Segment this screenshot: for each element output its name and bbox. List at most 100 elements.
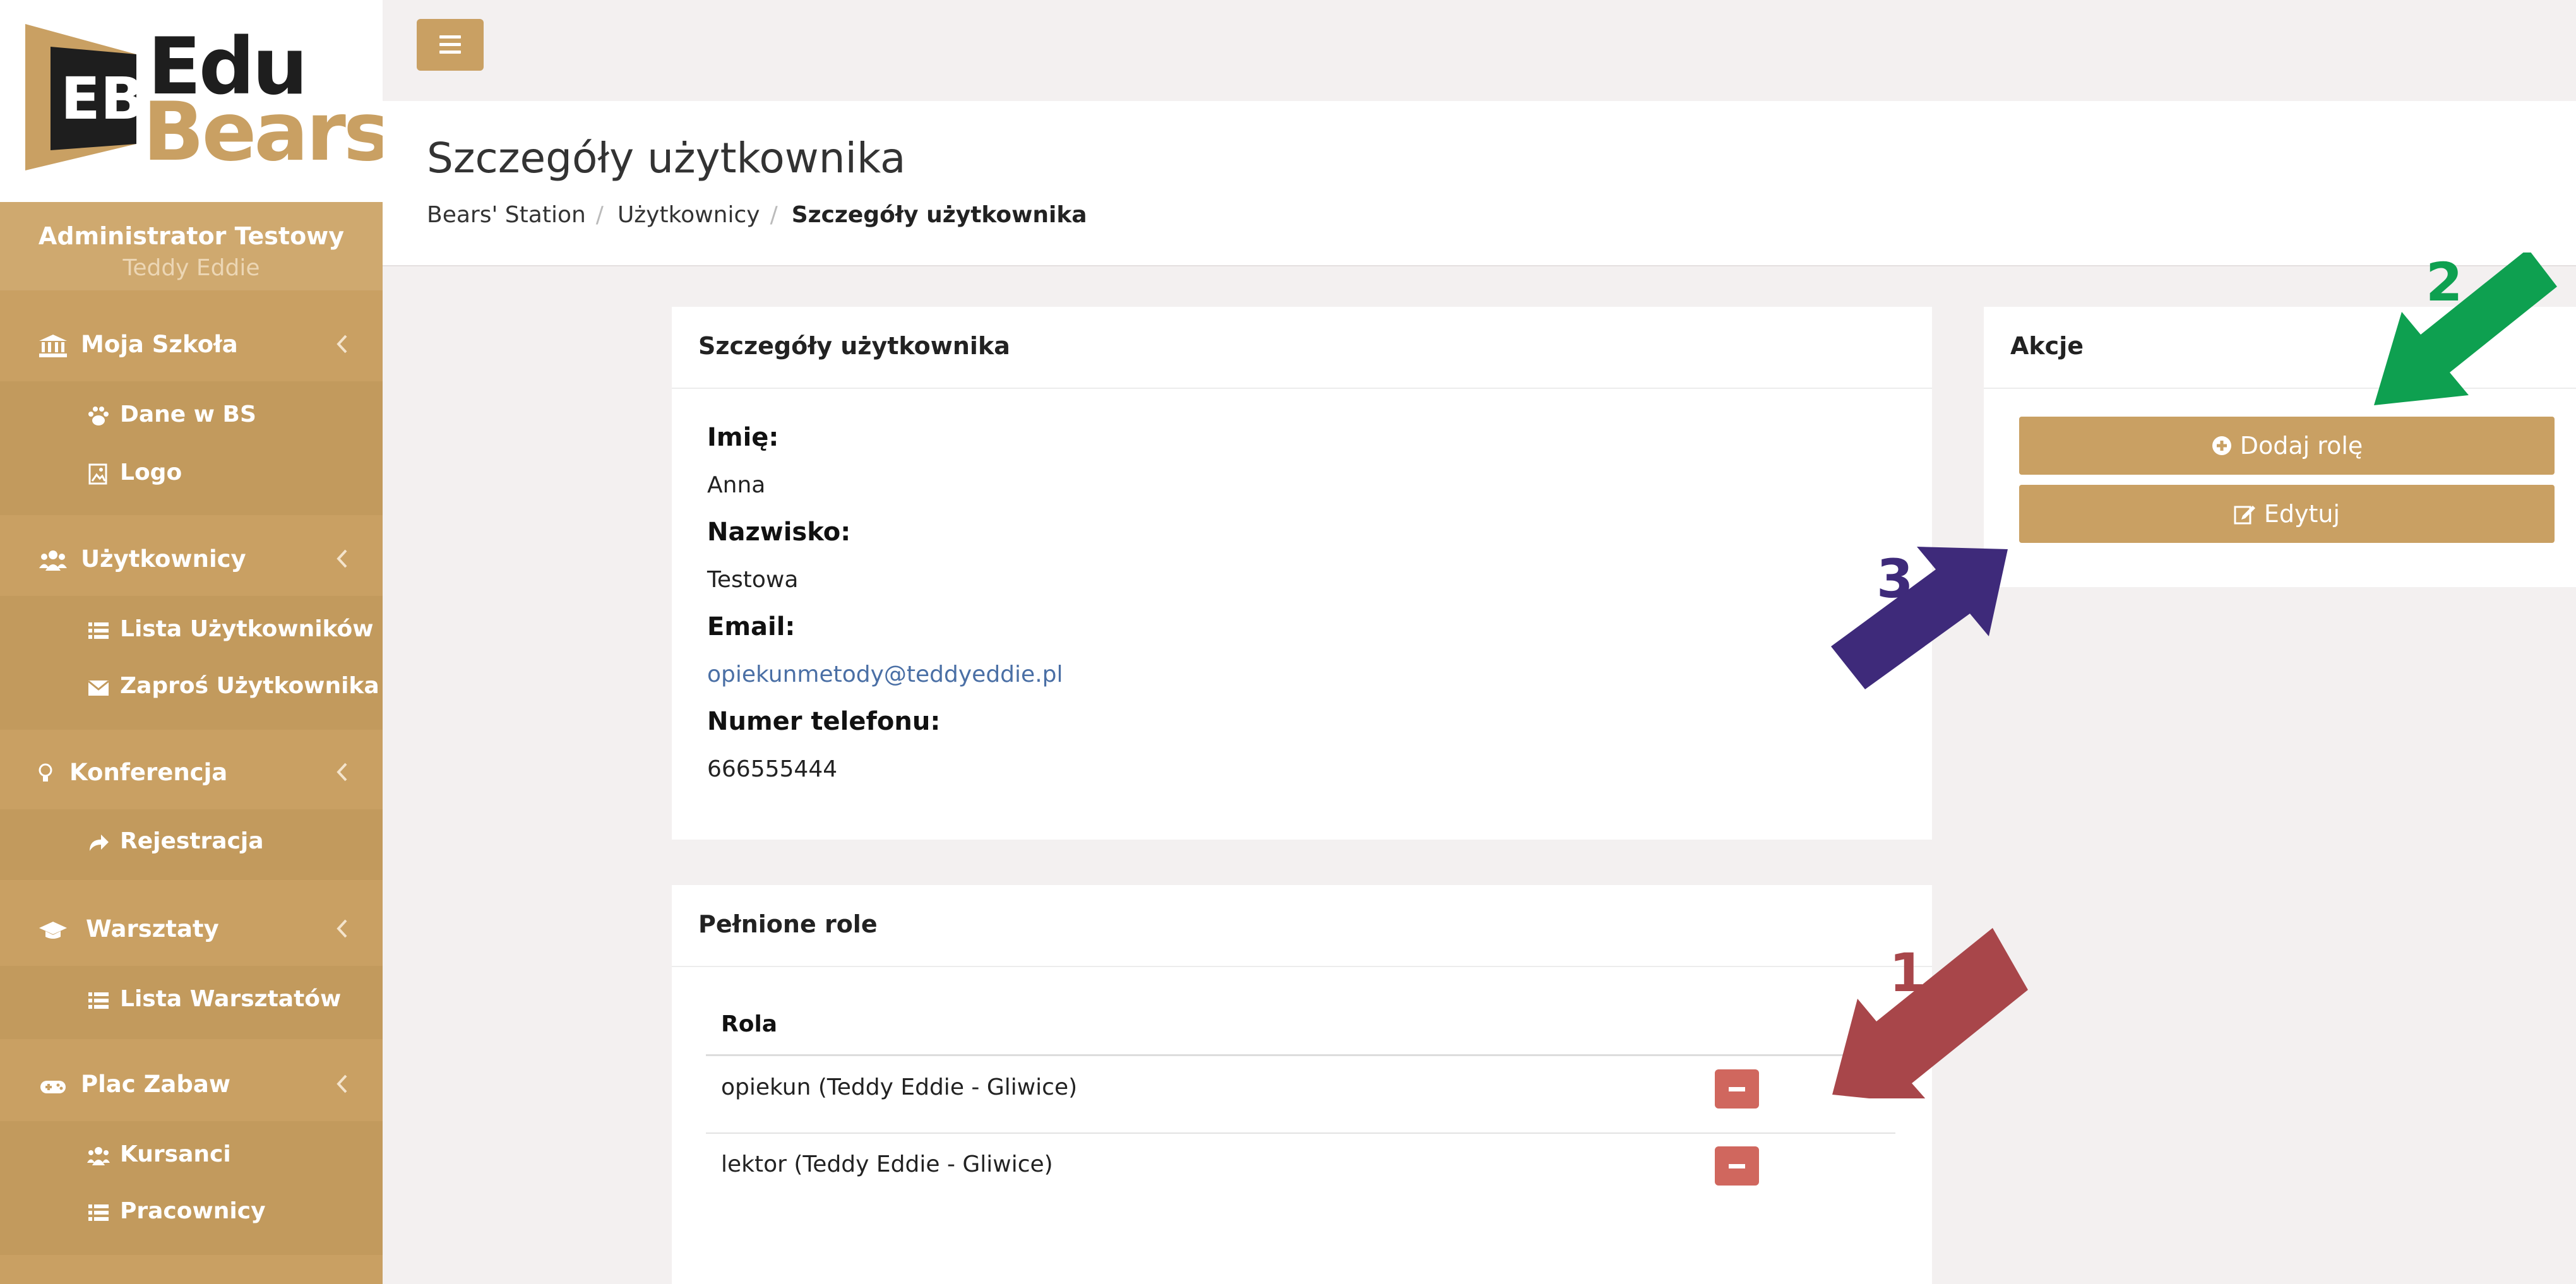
field-label-phone: Numer telefonu: [707,707,941,736]
bank-icon [39,335,67,357]
page-title: Szczegóły użytkownika [427,134,906,182]
breadcrumb-item-uzytkownicy[interactable]: Użytkownicy [617,202,760,228]
logo[interactable]: EB Edu Bears [0,0,391,202]
breadcrumb: Bears' Station / Użytkownicy / Szczegóły uży… [427,202,1087,228]
chevron-left-icon [337,763,347,782]
minus-icon [1729,1164,1745,1168]
minus-icon [1729,1087,1745,1091]
field-label-email: Email: [707,612,796,641]
sidebar-item-label: Zaproś Użytkownika [120,673,379,699]
lightbulb-icon [39,763,52,782]
plus-circle-icon [2212,436,2231,455]
breadcrumb-item-current: Szczegóły użytkownika [791,202,1087,228]
sidebar-item-label: Pracownicy [120,1198,266,1224]
sidebar-item-label: Kursanci [120,1141,231,1167]
email-link[interactable]: opiekunmetody@teddyeddie.pl [707,662,1063,687]
page-header: Szczegóły użytkownika Bears' Station / Uży… [383,101,2576,266]
edit-icon [2234,506,2255,525]
envelope-icon [88,680,109,696]
user-organization: Teddy Eddie [122,255,260,281]
sidebar: EB Edu Bears Administrator Testowy Teddy… [0,0,391,1284]
chevron-left-icon [337,335,347,354]
role-cell: opiekun (Teddy Eddie - Gliwice) [721,1074,1078,1100]
annotation-number-1: 1 [1889,942,1926,1004]
sidebar-item-rejestracja[interactable]: Rejestracja [0,816,383,872]
user-name: Administrator Testowy [38,222,345,250]
edit-label: Edytuj [2263,500,2340,528]
field-value-last-name: Testowa [707,567,799,593]
panel-header: Szczegóły użytkownika [672,307,1932,389]
sidebar-item-zapros-uzytkownika[interactable]: Zaproś Użytkownika [0,660,383,717]
share-icon [90,835,109,851]
sidebar-submenu-plac-zabaw: Kursanci Pracownicy [0,1121,383,1255]
list-icon [88,1204,109,1221]
user-details-panel: Szczegóły użytkownika Imię: Anna Nazwisk… [672,307,1932,840]
graduation-cap-icon [39,922,67,939]
field-label-last-name: Nazwisko: [707,518,851,547]
breadcrumb-separator: / [770,202,778,228]
breadcrumb-item-bears-station[interactable]: Bears' Station [427,202,586,228]
annotation-arrow-3 [1831,547,2008,689]
field-value-phone: 666555444 [707,756,838,782]
column-header-role: Rola [721,1011,778,1037]
sidebar-item-label: Lista Warsztatów [120,986,342,1012]
annotation-arrow-2 [2374,253,2557,405]
sidebar-item-lista-uzytkownikow[interactable]: Lista Użytkowników [0,603,383,660]
field-value-first-name: Anna [707,472,766,498]
chevron-left-icon [337,1074,347,1093]
sidebar-submenu-warsztaty: Lista Warsztatów [0,966,383,1039]
list-icon [88,622,109,639]
edit-button[interactable]: Edytuj [2019,485,2555,543]
remove-role-button[interactable] [1715,1069,1759,1109]
sidebar-item-lista-warsztatow[interactable]: Lista Warsztatów [0,973,383,1030]
paw-icon [88,407,109,425]
sidebar-item-label: Lista Użytkowników [120,616,374,642]
panel-title: Szczegóły użytkownika [698,332,1010,360]
hamburger-icon [439,35,461,39]
sidebar-item-label: Rejestracja [120,828,264,854]
sidebar-section-label: Plac Zabaw [81,1071,231,1098]
edubears-logo-icon: EB [25,24,136,170]
annotation-number-2: 2 [2426,251,2463,313]
panel-title: Pełnione role [698,910,878,938]
annotation-number-3: 3 [1876,548,1914,610]
hamburger-icon [439,43,461,46]
sidebar-item-pracownicy[interactable]: Pracownicy [0,1186,383,1242]
breadcrumb-separator: / [595,202,604,228]
svg-text:EB: EB [61,65,136,133]
hamburger-icon [439,51,461,54]
remove-role-button[interactable] [1715,1146,1759,1186]
sidebar-item-logo[interactable]: Logo [0,447,383,504]
sidebar-section-label: Warsztaty [86,915,219,942]
sidebar-item-dane-w-bs[interactable]: Dane w BS [0,389,383,446]
field-value-email: opiekunmetody@teddyeddie.pl [707,662,1063,687]
sidebar-submenu-moja-szkola: Dane w BS Logo [0,381,383,515]
chevron-left-icon [337,549,347,568]
field-label-first-name: Imię: [707,423,779,452]
panel-header: Pełnione role [672,885,1932,967]
panel-title: Akcje [2010,332,2084,360]
sidebar-section-plac-zabaw[interactable]: Plac Zabaw [0,1048,383,1121]
add-role-button[interactable]: Dodaj rolę [2019,417,2555,475]
sidebar-section-label: Moja Szkoła [81,331,238,358]
sidebar-section-moja-szkola[interactable]: Moja Szkoła [0,308,383,381]
sidebar-item-kursanci[interactable]: Kursanci [0,1129,383,1186]
sidebar-section-warsztaty[interactable]: Warsztaty [0,893,383,966]
table-row-divider [706,1132,1895,1134]
menu-toggle-button[interactable] [417,19,484,71]
user-info: Administrator Testowy Teddy Eddie [0,202,383,290]
sidebar-submenu-konferencja: Rejestracja [0,809,383,880]
table-header-divider [706,1054,1895,1056]
sidebar-section-uzytkownicy[interactable]: Użytkownicy [0,523,383,596]
sidebar-item-label: Logo [120,460,182,485]
logo-text-bears: Bears [143,85,391,179]
users-icon [87,1147,110,1165]
image-icon [88,463,107,485]
add-role-label: Dodaj rolę [2239,432,2363,460]
sidebar-section-konferencja[interactable]: Konferencja [0,736,383,809]
top-bar [383,0,2576,101]
chevron-left-icon [337,919,347,938]
sidebar-item-label: Dane w BS [120,401,256,427]
gamepad-icon [40,1081,66,1093]
annotation-arrow-1 [1832,928,2028,1098]
